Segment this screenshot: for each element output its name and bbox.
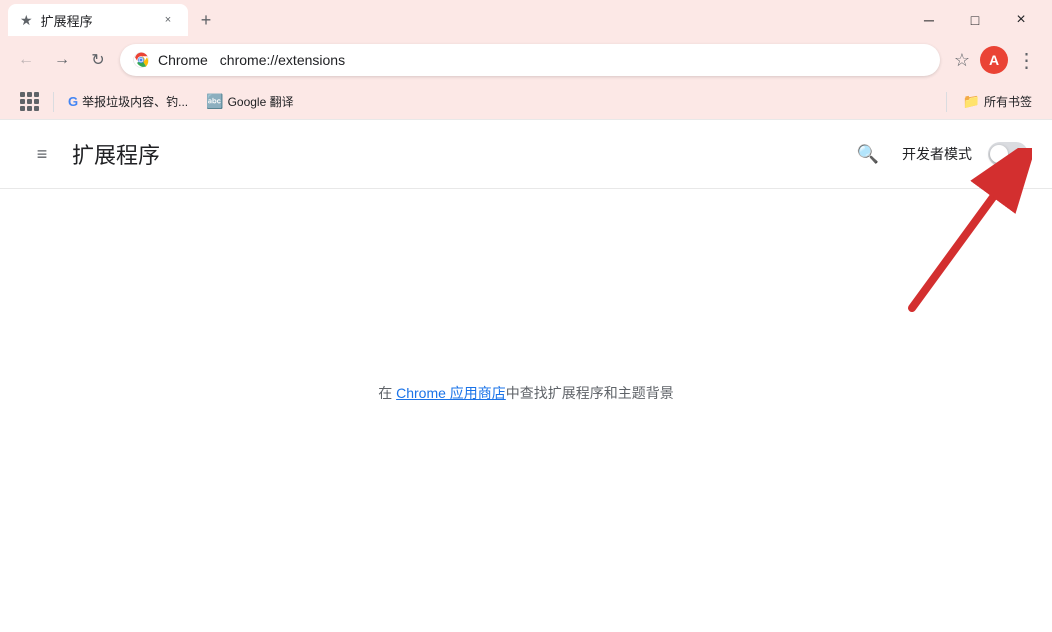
bookmark-star-button[interactable]: ☆ [948,46,976,74]
tab-title: 扩展程序 [41,11,152,30]
search-button[interactable]: 🔍 [850,136,886,172]
bookmark-label-1: 举报垃圾内容、钓... [82,93,188,110]
page-title: 扩展程序 [72,138,160,170]
extensions-header: ≡ 扩展程序 🔍 开发者模式 [0,120,1052,189]
bookmark-item-google[interactable]: G 举报垃圾内容、钓... [60,89,196,114]
active-tab[interactable]: ★ 扩展程序 × [8,4,188,36]
profile-avatar-button[interactable]: A [980,46,1008,74]
tab-extension-icon: ★ [20,12,33,29]
google-icon: G [68,94,78,109]
bookmarks-right: 📁 所有书签 [942,89,1040,114]
bookmark-item-translate[interactable]: 🔤 Google 翻译 [198,89,301,114]
apps-grid-button[interactable] [12,88,47,115]
search-icon: 🔍 [857,144,879,165]
extensions-page: ≡ 扩展程序 🔍 开发者模式 在 Chrome 应用商店中查找扩展程序和主题背景 [0,120,1052,597]
toggle-knob [990,145,1008,163]
folder-icon: 📁 [963,93,980,110]
chrome-store-link[interactable]: Chrome 应用商店 [396,385,506,401]
header-right: 🔍 开发者模式 [850,136,1028,172]
address-bar[interactable]: Chrome chrome://extensions [120,44,940,76]
bookmarks-right-separator [946,92,947,112]
apps-icon [20,92,39,111]
minimize-button[interactable]: ─ [906,4,952,36]
maximize-button[interactable]: □ [952,4,998,36]
hamburger-icon: ≡ [37,144,48,165]
chrome-logo-icon [132,51,150,69]
dev-mode-label: 开发者模式 [902,144,972,164]
address-text: chrome://extensions [220,52,928,68]
nav-bar: ← → ↻ Chrome chrome://extensions ☆ A ⋮ [0,36,1052,84]
all-bookmarks-label: 所有书签 [984,93,1032,110]
forward-button[interactable]: → [48,46,76,74]
translate-icon: 🔤 [206,93,223,110]
new-tab-button[interactable]: + [192,6,220,34]
sidebar-menu-button[interactable]: ≡ [24,136,60,172]
tab-close-button[interactable]: × [160,12,176,28]
empty-state-area: 在 Chrome 应用商店中查找扩展程序和主题背景 [0,189,1052,597]
reload-button[interactable]: ↻ [84,46,112,74]
close-button[interactable]: × [998,4,1044,36]
bookmark-label-2: Google 翻译 [228,93,294,110]
empty-text-before: 在 [378,385,396,401]
back-button[interactable]: ← [12,46,40,74]
bookmarks-bar: G 举报垃圾内容、钓... 🔤 Google 翻译 📁 所有书签 [0,84,1052,120]
developer-mode-toggle[interactable] [988,142,1028,166]
empty-message: 在 Chrome 应用商店中查找扩展程序和主题背景 [378,383,674,403]
all-bookmarks-button[interactable]: 📁 所有书签 [955,89,1040,114]
more-options-button[interactable]: ⋮ [1012,46,1040,74]
chrome-address-label: Chrome [158,52,208,68]
nav-right-icons: ☆ A ⋮ [948,46,1040,74]
empty-text-after: 中查找扩展程序和主题背景 [506,385,674,401]
bookmark-separator [53,92,54,112]
